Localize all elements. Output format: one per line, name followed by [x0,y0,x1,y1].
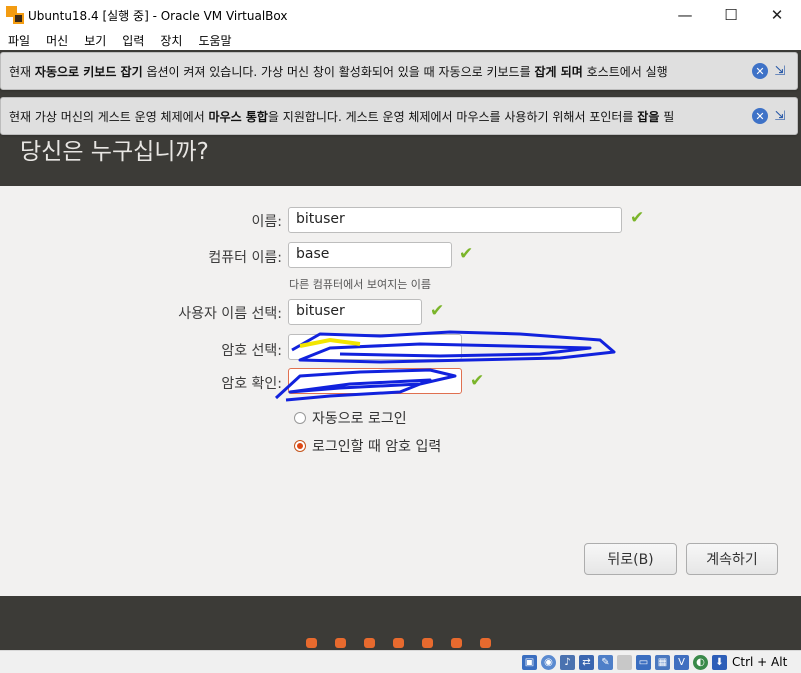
close-notice-icon[interactable]: ✕ [752,63,768,79]
display-icon[interactable]: ▭ [636,655,651,670]
hide-notice-icon[interactable]: ⇲ [771,108,789,124]
maximize-button[interactable]: ☐ [708,0,754,30]
menu-help[interactable]: 도움말 [190,32,239,49]
audio-icon[interactable]: ♪ [560,655,575,670]
close-button[interactable]: ✕ [754,0,800,30]
shared-folder-icon[interactable] [617,655,632,670]
menu-machine[interactable]: 머신 [38,32,76,49]
usb-icon[interactable]: ✎ [598,655,613,670]
menu-devices[interactable]: 장치 [152,32,190,49]
menu-view[interactable]: 보기 [76,32,114,49]
hard-disk-icon[interactable]: ▣ [522,655,537,670]
virtualbox-logo-icon [6,6,24,24]
optical-drive-icon[interactable]: ◉ [541,655,556,670]
menu-input[interactable]: 입력 [114,32,152,49]
progress-dot-4 [393,638,404,648]
progress-dot-6 [451,638,462,648]
mouse-notice-text: 현재 가상 머신의 게스트 운영 체제에서 마우스 통합을 지원합니다. 게스트… [9,109,675,124]
menu-bar: 파일 머신 보기 입력 장치 도움말 [0,30,801,50]
menu-file[interactable]: 파일 [0,32,38,49]
scribble-stroke-1 [291,330,616,364]
scribble-stroke-2 [274,368,457,402]
video-capture-icon[interactable]: ▦ [655,655,670,670]
progress-dot-2 [335,638,346,648]
keyboard-capture-notice: 현재 자동으로 키보드 잡기 옵션이 켜져 있습니다. 가상 머신 창이 활성화… [0,52,798,90]
progress-dot-1 [306,638,317,648]
cpu-state-icon[interactable]: ◐ [693,655,708,670]
close-notice-icon[interactable]: ✕ [752,108,768,124]
hide-notice-icon[interactable]: ⇲ [771,63,789,79]
progress-dot-5 [422,638,433,648]
progress-dot-7 [480,638,491,648]
minimize-button[interactable]: — [662,0,708,30]
virtualbox-window: Ubuntu18.4 [실행 중] - Oracle VM VirtualBox… [0,0,801,673]
mouse-integration-icon[interactable]: ⬇ [712,655,727,670]
virtualization-icon[interactable]: V [674,655,689,670]
window-title: Ubuntu18.4 [실행 중] - Oracle VM VirtualBox [28,8,288,23]
keyboard-notice-text: 현재 자동으로 키보드 잡기 옵션이 켜져 있습니다. 가상 머신 창이 활성화… [9,64,668,79]
network-icon[interactable]: ⇄ [579,655,594,670]
vm-screen[interactable]: 당신은 누구십니까? 이름: bituser ✔ 컴퓨터 이름: base ✔ … [0,50,801,650]
redaction-scribble [274,330,616,402]
title-bar: Ubuntu18.4 [실행 중] - Oracle VM VirtualBox… [0,0,801,30]
status-bar: ▣ ◉ ♪ ⇄ ✎ ▭ ▦ V ◐ ⬇ Ctrl + Alt [0,650,801,673]
progress-dot-3 [364,638,375,648]
mouse-integration-notice: 현재 가상 머신의 게스트 운영 체제에서 마우스 통합을 지원합니다. 게스트… [0,97,798,135]
host-key-label: Ctrl + Alt [732,655,788,669]
